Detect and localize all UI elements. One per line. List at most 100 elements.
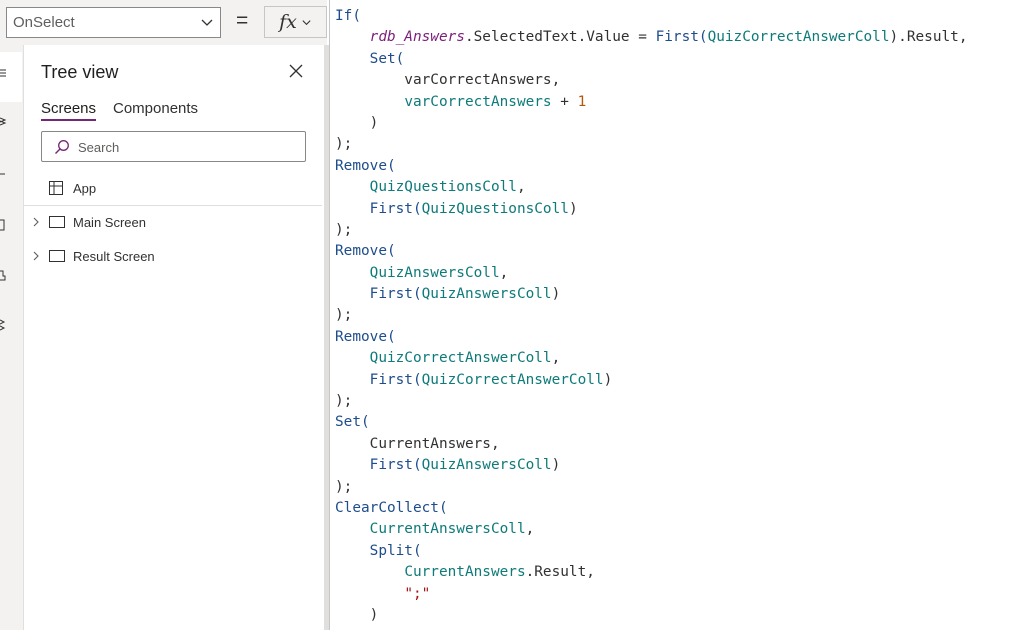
code-line: CurrentAnswersColl, — [335, 519, 968, 540]
equals-sign: = — [236, 9, 248, 33]
code-line: ); — [335, 477, 968, 498]
code-line: QuizQuestionsColl, — [335, 177, 968, 198]
code-line: varCorrectAnswers, — [335, 70, 968, 91]
code-token: ClearCollect( — [335, 500, 448, 516]
chevron-right-icon[interactable] — [32, 251, 40, 261]
code-token: QuizCorrectAnswerColl — [422, 372, 604, 388]
code-token: QuizAnswersColl — [370, 265, 500, 281]
code-token: , — [526, 521, 535, 537]
code-token: varCorrectAnswers, — [335, 72, 560, 88]
data-icon[interactable] — [0, 218, 10, 232]
code-line: varCorrectAnswers + 1 — [335, 92, 968, 113]
tree-divider — [24, 205, 322, 206]
code-token: CurrentAnswers, — [335, 436, 500, 452]
code-token: ) — [604, 372, 613, 388]
tree-item-app[interactable]: App — [24, 173, 322, 203]
left-column: OnSelect = fx Tree view Screens Com — [0, 0, 327, 630]
formula-code[interactable]: If( rdb_Answers.SelectedText.Value = Fir… — [335, 6, 968, 626]
code-token: 1 — [578, 94, 587, 110]
code-line: CurrentAnswers, — [335, 434, 968, 455]
fx-button[interactable]: fx — [264, 6, 327, 38]
code-line: QuizCorrectAnswerColl, — [335, 348, 968, 369]
code-token: QuizAnswersColl — [422, 457, 552, 473]
code-token — [335, 543, 370, 559]
property-dropdown-value: OnSelect — [13, 14, 75, 31]
hamburger-menu-icon[interactable] — [0, 66, 10, 80]
chevron-down-icon — [200, 15, 214, 29]
code-token: , — [500, 265, 509, 281]
code-token: First( — [656, 29, 708, 45]
screen-icon — [49, 215, 65, 229]
code-token — [335, 94, 404, 110]
code-token: ) — [552, 286, 561, 302]
code-token: CurrentAnswers — [404, 564, 525, 580]
close-icon[interactable] — [288, 63, 304, 79]
tree-view-title: Tree view — [41, 62, 118, 83]
code-token: QuizQuestionsColl — [370, 179, 517, 195]
code-line: ); — [335, 220, 968, 241]
code-token: QuizCorrectAnswerColl — [708, 29, 890, 45]
advanced-tools-icon[interactable] — [0, 318, 10, 332]
code-line: First(QuizAnswersColl) — [335, 284, 968, 305]
code-token: QuizCorrectAnswerColl — [370, 350, 552, 366]
code-token: Set( — [335, 414, 370, 430]
code-token — [335, 350, 370, 366]
code-token — [335, 521, 370, 537]
code-line: First(QuizAnswersColl) — [335, 455, 968, 476]
tree-item-label: Result Screen — [73, 249, 155, 264]
code-token: + — [552, 94, 578, 110]
search-input[interactable] — [78, 137, 298, 157]
chevron-right-icon[interactable] — [32, 217, 40, 227]
tree-item-label: Main Screen — [73, 215, 146, 230]
code-token: Remove( — [335, 158, 396, 174]
code-token: ) — [335, 607, 378, 623]
code-line: Set( — [335, 412, 968, 433]
code-token: QuizAnswersColl — [422, 286, 552, 302]
tree-item-result-screen[interactable]: Result Screen — [24, 241, 322, 271]
code-token: ); — [335, 307, 352, 323]
code-token: Remove( — [335, 243, 396, 259]
code-token: ); — [335, 479, 352, 495]
code-token: ); — [335, 222, 352, 238]
property-dropdown[interactable]: OnSelect — [6, 7, 221, 38]
code-token — [335, 564, 404, 580]
insert-icon[interactable] — [0, 167, 10, 181]
code-token: Set( — [370, 51, 405, 67]
code-token: varCorrectAnswers — [404, 94, 551, 110]
code-token — [335, 586, 404, 602]
layers-icon[interactable] — [0, 114, 10, 128]
code-line: ); — [335, 134, 968, 155]
code-token: Split( — [370, 543, 422, 559]
code-token: Remove( — [335, 329, 396, 345]
code-token: ) — [552, 457, 561, 473]
code-line: CurrentAnswers.Result, — [335, 562, 968, 583]
tree-item-label: App — [73, 181, 96, 196]
screen-icon — [49, 249, 65, 263]
code-line: Remove( — [335, 241, 968, 262]
code-token — [335, 179, 370, 195]
code-line: ); — [335, 391, 968, 412]
code-token: , — [517, 179, 526, 195]
search-box[interactable] — [41, 131, 306, 162]
tab-screens[interactable]: Screens — [41, 100, 96, 117]
code-line: ); — [335, 305, 968, 326]
code-token: First( — [370, 286, 422, 302]
tab-components[interactable]: Components — [113, 100, 198, 117]
fx-icon: fx — [279, 11, 297, 33]
code-token: First( — [370, 457, 422, 473]
code-token: QuizQuestionsColl — [422, 201, 569, 217]
tree-item-main-screen[interactable]: Main Screen — [24, 207, 322, 237]
code-token: .SelectedText.Value = — [465, 29, 656, 45]
tree-view-panel: Tree view Screens Components App — [23, 45, 324, 630]
code-line: rdb_Answers.SelectedText.Value = First(Q… — [335, 27, 968, 48]
code-token: If( — [335, 8, 361, 24]
code-token — [335, 29, 370, 45]
code-token: rdb_Answers — [370, 29, 465, 45]
code-token: ).Result, — [890, 29, 968, 45]
code-token: ); — [335, 136, 352, 152]
formula-editor[interactable]: If( rdb_Answers.SelectedText.Value = Fir… — [329, 0, 1024, 630]
media-icon[interactable] — [0, 268, 10, 282]
code-line: ) — [335, 113, 968, 134]
code-line: Remove( — [335, 156, 968, 177]
app-icon — [48, 180, 64, 196]
